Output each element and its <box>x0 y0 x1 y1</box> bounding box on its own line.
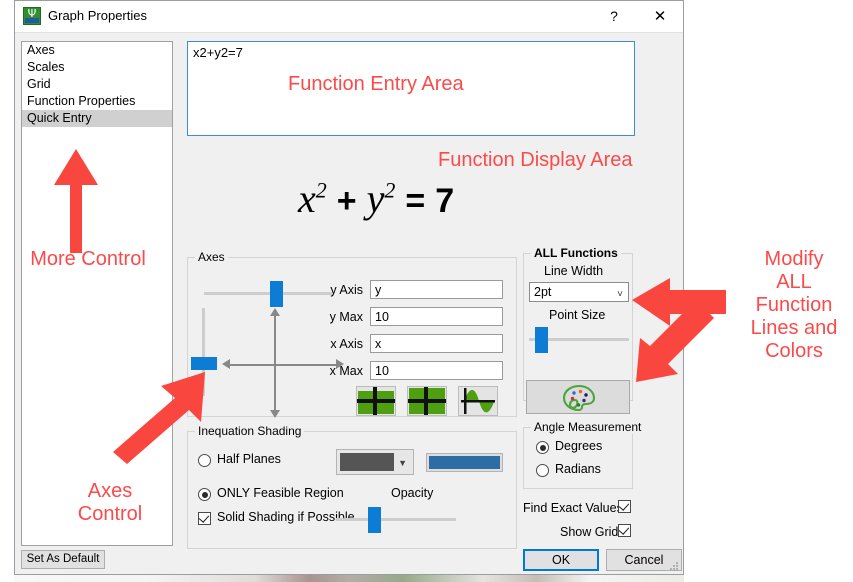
axes-style-centered-button[interactable] <box>407 386 447 416</box>
angle-group-legend: Angle Measurement <box>531 420 645 434</box>
preview-y-arrow-up <box>270 308 280 316</box>
solid-shading-label: Solid Shading if Possible <box>217 510 355 524</box>
all-functions-group-legend: ALL Functions <box>531 246 621 260</box>
color-palette-button[interactable] <box>526 380 630 414</box>
angle-measurement-group: Angle Measurement Degrees Radians <box>523 420 645 489</box>
fn-exp-x: 2 <box>315 177 327 203</box>
axes-style-offset-icon <box>357 387 395 415</box>
axes-group: Axes y Axis y y Max 10 x Axis x x Max 10 <box>187 250 517 418</box>
axes-group-legend: Axes <box>195 250 228 264</box>
app-icon-glyph: Ψ <box>27 7 37 20</box>
radians-label: Radians <box>555 462 601 476</box>
half-planes-label: Half Planes <box>217 452 281 466</box>
degrees-label: Degrees <box>555 439 603 453</box>
solid-shading-checkbox[interactable] <box>198 512 211 525</box>
x-axis-label: x Axis <box>330 337 363 351</box>
modify-all-arrow <box>632 278 726 382</box>
show-grid-checkbox[interactable] <box>618 524 631 537</box>
fn-base-x: x <box>298 176 316 221</box>
app-icon: Ψ <box>23 7 41 25</box>
fn-exp-y: 2 <box>384 177 396 203</box>
color-palette-icon <box>562 384 596 412</box>
point-size-label: Point Size <box>549 308 606 322</box>
axes-style-wave-icon <box>460 388 496 414</box>
x-position-slider-thumb[interactable] <box>270 281 283 307</box>
find-exact-values-label: Find Exact Values <box>523 501 623 515</box>
axes-style-centered-icon <box>408 387 446 415</box>
axes-control-arrow <box>113 372 205 464</box>
resize-grip[interactable] <box>670 562 680 572</box>
only-feasible-region-label: ONLY Feasible Region <box>217 486 344 500</box>
sidebar-item-quick-entry[interactable]: Quick Entry <box>22 110 172 127</box>
desktop-background-strip <box>14 575 684 582</box>
sidebar-item-function-properties[interactable]: Function Properties <box>22 93 172 110</box>
only-feasible-region-radio[interactable] <box>198 488 211 501</box>
x-max-label: x Max <box>329 364 363 378</box>
annotation-modify-all: Modify ALL Function Lines and Colors <box>750 248 838 362</box>
help-button[interactable]: ? <box>591 1 637 32</box>
shade-color-combo[interactable]: ▼ <box>336 449 414 475</box>
annotation-function-display-area: Function Display Area <box>438 149 633 171</box>
x-max-input[interactable]: 10 <box>370 361 503 380</box>
shade-color-swatch <box>340 453 394 471</box>
opacity-slider-track[interactable] <box>336 518 456 521</box>
sidebar-item-axes[interactable]: Axes <box>22 42 172 59</box>
main-panel: x2+y2=7 Function Entry Area Function Dis… <box>178 35 682 571</box>
fn-equals: = <box>405 182 426 220</box>
preview-y-axis <box>274 314 276 415</box>
app-icon-band <box>25 18 39 23</box>
y-max-input[interactable]: 10 <box>370 307 503 326</box>
opacity-slider-thumb[interactable] <box>368 507 381 533</box>
more-control-arrow <box>54 149 98 253</box>
inequation-shading-group: Inequation Shading Half Planes ONLY Feas… <box>187 424 517 549</box>
y-axis-label: y Axis <box>330 283 363 297</box>
all-functions-group: ALL Functions Line Width 2pt ˅ Point Siz… <box>523 246 633 401</box>
line-width-label: Line Width <box>544 264 604 278</box>
fn-base-y: y <box>366 176 385 221</box>
set-as-default-button[interactable]: Set As Default <box>21 550 105 569</box>
preview-x-arrow-left <box>222 359 230 369</box>
accent-color-button[interactable] <box>426 453 503 472</box>
chevron-down-icon: ˅ <box>617 289 623 300</box>
annotation-more-control: More Control <box>30 248 146 270</box>
sidebar-item-grid[interactable]: Grid <box>22 76 172 93</box>
preview-y-arrow-down <box>270 410 280 418</box>
function-display-area: x2 + y2 = 7 <box>298 175 454 222</box>
point-size-slider-thumb[interactable] <box>535 327 548 353</box>
fn-plus: + <box>336 182 357 220</box>
fn-result: 7 <box>435 182 455 220</box>
y-position-slider-thumb[interactable] <box>191 357 217 370</box>
close-button[interactable]: ✕ <box>637 1 683 32</box>
function-entry-value: x2+y2=7 <box>193 45 243 60</box>
sidebar-item-scales[interactable]: Scales <box>22 59 172 76</box>
axes-style-wave-button[interactable] <box>458 386 498 416</box>
window-title: Graph Properties <box>48 8 147 23</box>
find-exact-values-checkbox[interactable] <box>618 500 631 513</box>
category-list[interactable]: Axes Scales Grid Function Properties Qui… <box>21 41 173 546</box>
annotation-function-entry-area: Function Entry Area <box>288 73 464 95</box>
radians-radio[interactable] <box>536 464 549 477</box>
line-width-select[interactable]: 2pt ˅ <box>529 282 629 302</box>
line-width-value: 2pt <box>534 285 552 299</box>
title-bar: Ψ Graph Properties ? ✕ <box>15 1 683 33</box>
show-grid-label: Show Grid <box>560 525 619 539</box>
accent-color-swatch <box>429 456 500 469</box>
ok-button[interactable]: OK <box>523 549 599 571</box>
y-max-label: y Max <box>329 310 363 324</box>
degrees-radio[interactable] <box>536 441 549 454</box>
opacity-label: Opacity <box>391 486 434 500</box>
y-axis-input[interactable]: y <box>370 280 503 299</box>
chevron-down-icon: ▼ <box>398 458 407 468</box>
axes-style-offset-button[interactable] <box>356 386 396 416</box>
x-axis-input[interactable]: x <box>370 334 503 353</box>
annotation-axes-control: Axes Control <box>77 480 143 525</box>
